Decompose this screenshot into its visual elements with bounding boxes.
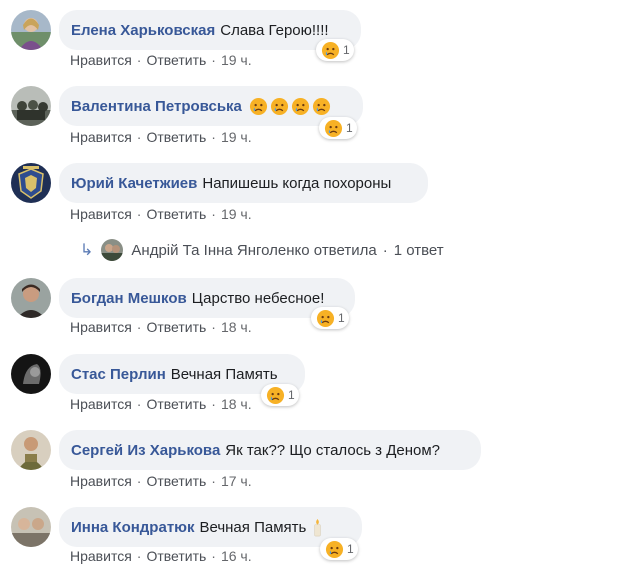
- reply-link[interactable]: Ответить: [146, 548, 206, 564]
- comment-author[interactable]: Стас Перлин: [71, 366, 166, 383]
- reply-thread-text: Андрій Та Інна Янголенко ответила: [131, 241, 377, 259]
- comment-bubble: Инна Кондратюк Вечная Память: [59, 507, 362, 547]
- sad-face-icon: [316, 309, 335, 328]
- comment-text: Вечная Память: [170, 365, 278, 383]
- separator: ·: [136, 129, 142, 145]
- separator: ·: [136, 396, 142, 412]
- sad-face-icon: [270, 97, 289, 116]
- sad-face-icon: [249, 97, 268, 116]
- comment-actions: Нравится · Ответить · 19 ч.: [70, 129, 252, 145]
- like-link[interactable]: Нравится: [70, 129, 132, 145]
- avatar[interactable]: [11, 507, 51, 547]
- comment-author[interactable]: Елена Харьковская: [71, 22, 215, 39]
- separator: ·: [136, 52, 142, 68]
- separator: ·: [382, 241, 388, 259]
- comment-author[interactable]: Богдан Мешков: [71, 290, 187, 307]
- sad-face-icon: [325, 540, 344, 559]
- comment-time[interactable]: 19 ч.: [221, 52, 252, 68]
- comment-text: Вечная Память: [199, 518, 307, 536]
- like-link[interactable]: Нравится: [70, 52, 132, 68]
- separator: ·: [136, 319, 142, 335]
- comment-actions: Нравится · Ответить · 18 ч.: [70, 396, 252, 412]
- separator: ·: [136, 473, 142, 489]
- comment-bubble: Юрий Качетжиев Напишешь когда похороны: [59, 163, 428, 203]
- avatar[interactable]: [11, 10, 51, 50]
- reaction-count: 1: [288, 388, 295, 402]
- sad-face-icon: [266, 386, 285, 405]
- comment-actions: Нравится · Ответить · 17 ч.: [70, 473, 252, 489]
- like-link[interactable]: Нравится: [70, 206, 132, 222]
- separator: ·: [211, 52, 216, 68]
- comment-bubble: Сергей Из Харькова Як так?? Що сталось з…: [59, 430, 481, 470]
- comment-author[interactable]: Валентина Петровська: [71, 98, 242, 115]
- comment-actions: Нравится · Ответить · 16 ч.: [70, 548, 252, 564]
- separator: ·: [211, 473, 216, 489]
- avatar[interactable]: [101, 239, 124, 261]
- reaction-badge[interactable]: 1: [316, 39, 354, 61]
- reply-link[interactable]: Ответить: [146, 396, 206, 412]
- reply-arrow-icon: ↳: [80, 242, 94, 259]
- reaction-badge[interactable]: 1: [261, 384, 299, 406]
- avatar[interactable]: [11, 430, 51, 470]
- comment-text: Слава Герою!!!!: [220, 21, 329, 39]
- separator: ·: [136, 206, 142, 222]
- sad-face-icon: [291, 97, 310, 116]
- comment-text: Напишешь когда похороны: [202, 174, 392, 192]
- separator: ·: [136, 548, 142, 564]
- avatar[interactable]: [11, 354, 51, 394]
- comment-time[interactable]: 19 ч.: [221, 206, 252, 222]
- comment-author[interactable]: Юрий Качетжиев: [71, 175, 197, 192]
- avatar[interactable]: [11, 86, 51, 126]
- comment-author[interactable]: Сергей Из Харькова: [71, 442, 220, 459]
- reaction-count: 1: [346, 121, 353, 135]
- reply-thread-link[interactable]: ↳ Андрій Та Інна Янголенко ответила · 1 …: [80, 238, 444, 262]
- sad-face-icon: [324, 119, 343, 138]
- comment-text: Царство небесное!: [191, 289, 325, 307]
- reaction-count: 1: [343, 43, 350, 57]
- comment-emojis: [247, 97, 331, 116]
- like-link[interactable]: Нравится: [70, 473, 132, 489]
- reaction-badge[interactable]: 1: [319, 117, 357, 139]
- reply-link[interactable]: Ответить: [146, 319, 206, 335]
- separator: ·: [211, 396, 216, 412]
- reaction-count: 1: [338, 311, 345, 325]
- comment-author[interactable]: Инна Кондратюк: [71, 519, 194, 536]
- reply-link[interactable]: Ответить: [146, 52, 206, 68]
- comment-text: Як так?? Що сталось з Деном?: [225, 441, 441, 459]
- avatar[interactable]: [11, 163, 51, 203]
- comment-actions: Нравится · Ответить · 19 ч.: [70, 206, 252, 222]
- reply-link[interactable]: Ответить: [146, 206, 206, 222]
- comment-actions: Нравится · Ответить · 18 ч.: [70, 319, 252, 335]
- comment-bubble: Богдан Мешков Царство небесное!: [59, 278, 355, 318]
- comment-bubble: Валентина Петровська: [59, 86, 363, 126]
- comment-actions: Нравится · Ответить · 19 ч.: [70, 52, 252, 68]
- reaction-badge[interactable]: 1: [311, 307, 349, 329]
- like-link[interactable]: Нравится: [70, 319, 132, 335]
- separator: ·: [211, 548, 216, 564]
- separator: ·: [211, 129, 216, 145]
- like-link[interactable]: Нравится: [70, 548, 132, 564]
- reply-link[interactable]: Ответить: [146, 473, 206, 489]
- comment-time[interactable]: 18 ч.: [221, 396, 252, 412]
- comment-bubble: Елена Харьковская Слава Герою!!!!: [59, 10, 361, 50]
- separator: ·: [211, 319, 216, 335]
- reaction-count: 1: [347, 542, 354, 556]
- like-link[interactable]: Нравится: [70, 396, 132, 412]
- reaction-badge[interactable]: 1: [320, 538, 358, 560]
- separator: ·: [211, 206, 216, 222]
- reply-link[interactable]: Ответить: [146, 129, 206, 145]
- comment-time[interactable]: 18 ч.: [221, 319, 252, 335]
- comment-time[interactable]: 17 ч.: [221, 473, 252, 489]
- sad-face-icon: [321, 41, 340, 60]
- reply-count[interactable]: 1 ответ: [394, 242, 444, 259]
- comment-time[interactable]: 16 ч.: [221, 548, 252, 564]
- avatar[interactable]: [11, 278, 51, 318]
- comment-time[interactable]: 19 ч.: [221, 129, 252, 145]
- sad-face-icon: [312, 97, 331, 116]
- candle-icon: [308, 518, 327, 537]
